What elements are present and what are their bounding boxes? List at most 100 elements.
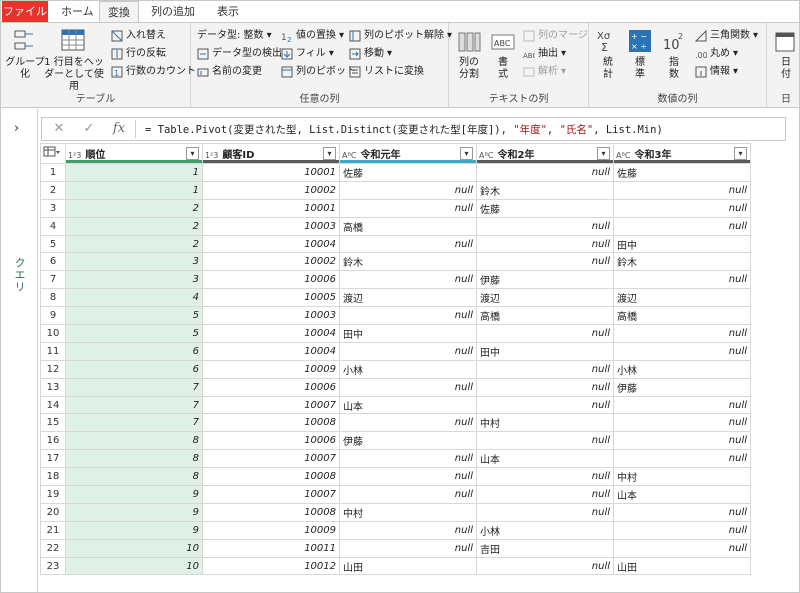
cell-name[interactable]: null — [613, 520, 751, 540]
cell-name[interactable]: 鈴木 — [613, 252, 751, 272]
cell-customer-id[interactable]: 10012 — [202, 556, 340, 576]
pivot-column-button[interactable]: 列のピボット — [281, 64, 356, 80]
cell-name[interactable]: null — [613, 198, 751, 218]
row-number[interactable]: 8 — [40, 288, 66, 308]
cell-name[interactable]: null — [613, 180, 751, 200]
cell-rank[interactable]: 7 — [65, 377, 203, 397]
cell-name[interactable]: null — [476, 377, 614, 397]
table-row[interactable]: 19 9 10007 null null 山本 — [40, 485, 751, 504]
tab-file[interactable]: ファイル — [2, 1, 48, 23]
reverse-rows-button[interactable]: 行の反転 — [111, 46, 166, 62]
column-header[interactable]: 1²3 顧客ID ▾ — [202, 143, 340, 164]
cell-name[interactable]: null — [339, 234, 477, 254]
table-row[interactable]: 22 10 10011 null 吉田 null — [40, 538, 751, 558]
cell-customer-id[interactable]: 10006 — [202, 270, 340, 290]
cell-name[interactable]: null — [476, 234, 614, 254]
cell-name[interactable]: null — [339, 538, 477, 558]
cell-name[interactable]: null — [339, 413, 477, 433]
cell-customer-id[interactable]: 10006 — [202, 431, 340, 451]
cell-name[interactable]: null — [613, 449, 751, 469]
cell-name[interactable]: null — [476, 556, 614, 576]
count-rows-button[interactable]: 1 行数のカウント — [111, 64, 196, 80]
cell-name[interactable]: null — [476, 485, 614, 504]
cell-customer-id[interactable]: 10004 — [202, 341, 340, 361]
cell-name[interactable]: 伊藤 — [339, 431, 477, 451]
cell-name[interactable]: null — [339, 449, 477, 469]
table-row[interactable]: 18 8 10008 null null 中村 — [40, 467, 751, 487]
cell-customer-id[interactable]: 10009 — [202, 520, 340, 540]
cell-rank[interactable]: 8 — [65, 431, 203, 451]
table-row[interactable]: 13 7 10006 null null 伊藤 — [40, 377, 751, 397]
cell-name[interactable]: 伊藤 — [613, 377, 751, 397]
column-header[interactable]: 1²3 順位 ▾ — [65, 143, 203, 164]
cell-customer-id[interactable]: 10009 — [202, 359, 340, 379]
cell-name[interactable]: null — [339, 306, 477, 326]
cell-customer-id[interactable]: 10007 — [202, 449, 340, 469]
cell-customer-id[interactable]: 10007 — [202, 485, 340, 504]
text-type-icon[interactable]: AᴮC — [342, 151, 357, 160]
scientific-button[interactable]: 10 2 指 数 — [659, 27, 689, 87]
cell-customer-id[interactable]: 10006 — [202, 377, 340, 397]
table-row[interactable]: 5 2 10004 null null 田中 — [40, 234, 751, 254]
cell-name[interactable]: null — [476, 216, 614, 236]
cell-name[interactable]: null — [339, 520, 477, 540]
cell-rank[interactable]: 9 — [65, 520, 203, 540]
text-type-icon[interactable]: AᴮC — [479, 151, 494, 160]
cell-rank[interactable]: 3 — [65, 252, 203, 272]
cell-customer-id[interactable]: 10003 — [202, 306, 340, 326]
cell-name[interactable]: 伊藤 — [476, 270, 614, 290]
row-number[interactable]: 12 — [40, 359, 66, 379]
cell-name[interactable]: 山本 — [339, 395, 477, 415]
cell-name[interactable]: 中村 — [339, 502, 477, 522]
table-row[interactable]: 7 3 10006 null 伊藤 null — [40, 270, 751, 290]
row-number[interactable]: 4 — [40, 216, 66, 236]
text-type-icon[interactable]: AᴮC — [616, 151, 631, 160]
cancel-formula-icon[interactable]: ✕ — [48, 121, 70, 137]
cell-rank[interactable]: 2 — [65, 216, 203, 236]
cell-name[interactable]: null — [476, 431, 614, 451]
cell-customer-id[interactable]: 10003 — [202, 216, 340, 236]
cell-customer-id[interactable]: 10007 — [202, 395, 340, 415]
cell-name[interactable]: 鈴木 — [476, 180, 614, 200]
cell-rank[interactable]: 10 — [65, 556, 203, 576]
column-filter-dropdown-icon[interactable]: ▾ — [186, 147, 199, 160]
column-filter-dropdown-icon[interactable]: ▾ — [597, 147, 610, 160]
cell-name[interactable]: 田中 — [339, 324, 477, 343]
cell-name[interactable]: null — [339, 180, 477, 200]
cell-rank[interactable]: 5 — [65, 306, 203, 326]
table-row[interactable]: 10 5 10004 田中 null null — [40, 324, 751, 343]
cell-rank[interactable]: 8 — [65, 449, 203, 469]
convert-to-list-button[interactable]: リストに変換 — [349, 64, 424, 80]
cell-rank[interactable]: 2 — [65, 198, 203, 218]
row-number[interactable]: 2 — [40, 180, 66, 200]
cell-name[interactable]: null — [476, 359, 614, 379]
cell-rank[interactable]: 6 — [65, 359, 203, 379]
trigonometry-button[interactable]: 三角関数 ▾ — [695, 28, 758, 44]
cell-name[interactable]: null — [476, 395, 614, 415]
cell-rank[interactable]: 8 — [65, 467, 203, 487]
table-row[interactable]: 4 2 10003 高橋 null null — [40, 216, 751, 236]
table-row[interactable]: 2 1 10002 null 鈴木 null — [40, 180, 751, 200]
cell-rank[interactable]: 2 — [65, 234, 203, 254]
cell-customer-id[interactable]: 10002 — [202, 252, 340, 272]
table-row[interactable]: 8 4 10005 渡辺 渡辺 渡辺 — [40, 288, 751, 308]
cell-name[interactable]: null — [613, 324, 751, 343]
cell-name[interactable]: null — [339, 467, 477, 487]
table-row[interactable]: 21 9 10009 null 小林 null — [40, 520, 751, 540]
row-number[interactable]: 20 — [40, 502, 66, 522]
cell-rank[interactable]: 7 — [65, 395, 203, 415]
move-button[interactable]: 移動 ▾ — [349, 46, 392, 62]
cell-name[interactable]: 山田 — [613, 556, 751, 576]
table-row[interactable]: 3 2 10001 null 佐藤 null — [40, 198, 751, 218]
cell-rank[interactable]: 9 — [65, 485, 203, 504]
cell-name[interactable]: null — [613, 538, 751, 558]
cell-name[interactable]: 小林 — [339, 359, 477, 379]
cell-name[interactable]: null — [613, 270, 751, 290]
group-by-button[interactable]: グループ化 — [5, 27, 45, 87]
column-filter-dropdown-icon[interactable]: ▾ — [734, 147, 747, 160]
cell-name[interactable]: 小林 — [476, 520, 614, 540]
information-button[interactable]: 情報 ▾ — [695, 64, 738, 80]
cell-rank[interactable]: 1 — [65, 163, 203, 182]
extract-button[interactable]: ABC 抽出▾ — [523, 46, 566, 62]
row-number[interactable]: 9 — [40, 306, 66, 326]
